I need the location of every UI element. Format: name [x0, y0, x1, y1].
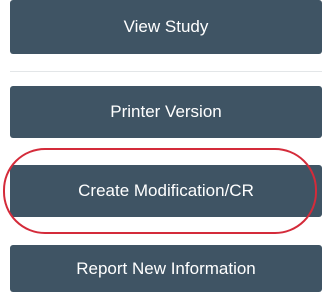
view-study-button[interactable]: View Study — [10, 0, 322, 54]
study-actions-panel: View Study Printer Version Create Modifi… — [0, 0, 322, 292]
create-modification-button[interactable]: Create Modification/CR — [10, 165, 322, 217]
printer-version-button[interactable]: Printer Version — [10, 86, 322, 138]
divider — [10, 71, 322, 72]
report-new-information-button[interactable]: Report New Information — [10, 245, 322, 292]
